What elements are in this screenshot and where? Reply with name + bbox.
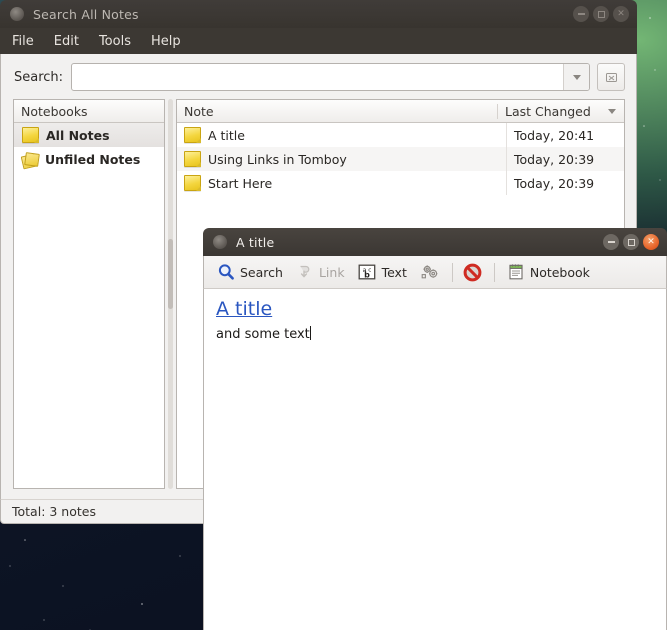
- note-icon: [184, 175, 201, 191]
- notebook-icon: [507, 263, 525, 281]
- status-text: Total: 3 notes: [12, 504, 96, 519]
- note-changed: Today, 20:41: [506, 123, 624, 147]
- text-button-label: Text: [381, 264, 407, 280]
- delete-note-button[interactable]: [461, 261, 486, 284]
- svg-text:b: b: [364, 271, 370, 280]
- notebooks-header-label: Notebooks: [21, 103, 88, 119]
- notebook-label: Unfiled Notes: [45, 151, 141, 167]
- notebooks-scrollbar[interactable]: [165, 99, 176, 489]
- clear-entry-icon[interactable]: [597, 63, 625, 91]
- note-changed: Today, 20:39: [506, 171, 624, 195]
- stacked-notes-icon: [20, 151, 40, 169]
- app-icon: [10, 7, 24, 21]
- notebook-item-all-notes[interactable]: All Notes: [14, 123, 164, 147]
- search-button-label: Search: [240, 264, 283, 280]
- note-icon: [184, 151, 201, 167]
- search-button[interactable]: Search: [213, 261, 292, 283]
- maximize-button[interactable]: [623, 234, 639, 250]
- note-title-cell: Using Links in Tomboy: [177, 151, 506, 167]
- notebooks-column-header[interactable]: Notebooks: [14, 100, 164, 123]
- close-button[interactable]: ✕: [613, 6, 629, 22]
- menu-file[interactable]: File: [12, 34, 34, 49]
- menu-edit[interactable]: Edit: [54, 34, 79, 49]
- scrollbar-thumb[interactable]: [168, 239, 173, 309]
- toolbar-separator: [493, 262, 495, 282]
- search-label: Search:: [14, 69, 64, 85]
- note-title: Using Links in Tomboy: [208, 151, 347, 167]
- note-icon: [22, 127, 39, 143]
- chevron-down-icon[interactable]: [563, 64, 589, 90]
- minimize-button[interactable]: [603, 234, 619, 250]
- notebook-label: All Notes: [46, 127, 110, 143]
- menu-bar: File Edit Tools Help: [0, 28, 637, 54]
- tools-button[interactable]: [416, 261, 444, 283]
- sort-desc-icon: [608, 108, 616, 114]
- note-window-controls: ✕: [603, 234, 659, 250]
- close-button[interactable]: ✕: [643, 234, 659, 250]
- search-window-title: Search All Notes: [33, 6, 139, 22]
- note-title: A title: [208, 127, 245, 143]
- search-window-controls: ✕: [573, 6, 629, 22]
- note-title-cell: A title: [177, 127, 506, 143]
- notes-column-headers: Note Last Changed: [177, 100, 624, 123]
- note-content-body: and some text: [216, 326, 310, 342]
- link-button[interactable]: Link: [292, 261, 354, 283]
- menu-help[interactable]: Help: [151, 34, 181, 49]
- tools-gears-icon: [420, 263, 440, 281]
- menu-tools[interactable]: Tools: [99, 34, 131, 49]
- note-content-area[interactable]: A title and some text: [203, 289, 667, 630]
- column-header-note[interactable]: Note: [177, 104, 497, 119]
- note-content-body-line[interactable]: and some text: [216, 323, 654, 342]
- column-header-last-changed[interactable]: Last Changed: [497, 103, 624, 119]
- link-chain-icon: [296, 263, 314, 281]
- app-icon: [213, 235, 227, 249]
- desktop-background: Search All Notes ✕ File Edit Tools Help …: [0, 0, 667, 630]
- text-button[interactable]: a c b Text: [354, 261, 416, 283]
- notebooks-list[interactable]: All Notes Unfiled Notes: [14, 123, 164, 488]
- note-changed: Today, 20:39: [506, 147, 624, 171]
- note-content-title[interactable]: A title: [216, 298, 654, 321]
- note-title: Start Here: [208, 175, 273, 191]
- text-format-icon: a c b: [358, 263, 377, 281]
- search-bar: Search:: [1, 54, 636, 99]
- maximize-button[interactable]: [593, 6, 609, 22]
- magnifier-icon: [217, 263, 235, 281]
- table-row[interactable]: A title Today, 20:41: [177, 123, 624, 147]
- note-window-titlebar[interactable]: A title ✕: [203, 228, 667, 256]
- column-header-last-changed-label: Last Changed: [505, 103, 591, 119]
- search-input[interactable]: [72, 64, 563, 90]
- table-row[interactable]: Start Here Today, 20:39: [177, 171, 624, 195]
- note-window-title: A title: [236, 234, 275, 250]
- toolbar-separator: [451, 262, 453, 282]
- notebooks-pane[interactable]: Notebooks All Notes Unfiled Notes: [13, 99, 165, 489]
- search-combo[interactable]: [71, 63, 590, 91]
- table-row[interactable]: Using Links in Tomboy Today, 20:39: [177, 147, 624, 171]
- note-title-cell: Start Here: [177, 175, 506, 191]
- note-toolbar: Search Link a c b Text Notebook: [203, 256, 667, 289]
- notebook-button-label: Notebook: [529, 264, 590, 280]
- notebook-button[interactable]: Notebook: [503, 261, 599, 283]
- minimize-button[interactable]: [573, 6, 589, 22]
- notebook-item-unfiled-notes[interactable]: Unfiled Notes: [14, 147, 164, 171]
- note-icon: [184, 127, 201, 143]
- delete-forbidden-icon: [463, 263, 482, 282]
- note-editor-window[interactable]: A title ✕ Search Link a c b Text Noteboo…: [203, 228, 667, 630]
- link-button-label: Link: [318, 264, 345, 280]
- search-window-titlebar[interactable]: Search All Notes ✕: [0, 0, 637, 28]
- text-cursor: [309, 325, 311, 340]
